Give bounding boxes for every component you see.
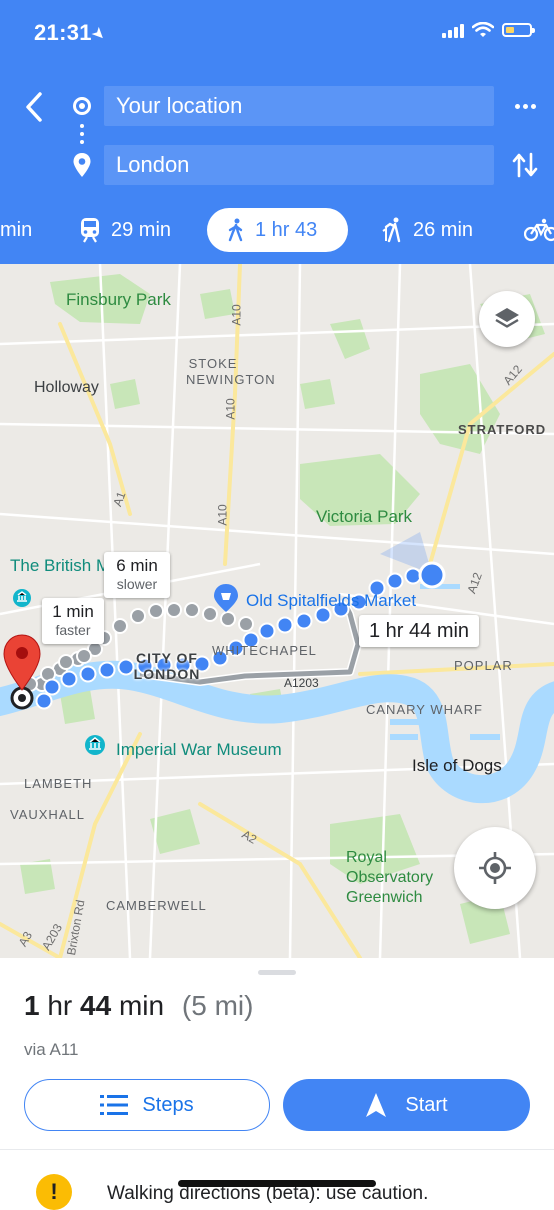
origin-dot-icon [73, 97, 91, 115]
status-indicators [442, 22, 535, 38]
map-label-holloway: Holloway [34, 379, 99, 396]
mode-label-drive: min [0, 218, 33, 241]
route-callout-faster[interactable]: 1 min faster [42, 598, 104, 644]
destination-input[interactable]: London [104, 145, 494, 185]
more-horizontal-icon[interactable] [512, 96, 538, 116]
swap-vertical-icon[interactable] [512, 150, 538, 180]
navigation-arrow-icon [366, 1093, 387, 1117]
map-label-imperial-war-museum: Imperial War Museum [116, 740, 282, 759]
route-summary-sheet[interactable]: 1 hr 44 min (5 mi) via A11 Steps Start !… [0, 958, 554, 1210]
route-via: via A11 [24, 1040, 79, 1059]
mode-tab-walk[interactable]: 1 hr 43 [207, 208, 348, 252]
warning-icon: ! [36, 1174, 72, 1210]
steps-button[interactable]: Steps [24, 1079, 270, 1131]
wifi-icon [472, 22, 494, 37]
sheet-divider [0, 1149, 554, 1150]
start-label: Start [405, 1093, 448, 1116]
home-indicator[interactable] [178, 1180, 376, 1187]
sheet-drag-handle[interactable] [258, 970, 296, 975]
mode-label-ride: 26 min [413, 218, 474, 241]
directions-header: 21:31 ➤ Your location London min 29 min … [0, 0, 554, 264]
cellular-signal-icon [442, 22, 464, 38]
steps-label: Steps [142, 1093, 194, 1116]
map-label-old-spitalfields: Old Spitalfields Market [246, 591, 417, 610]
map-label-lambeth: LAMBETH [24, 776, 93, 791]
route-distance: (5 mi) [181, 990, 254, 1021]
map-label-british-museum: The British M [10, 556, 111, 575]
mode-tab-ride[interactable]: 26 min [381, 208, 473, 252]
road-label-a10-mid: A10 [223, 398, 238, 420]
destination-pin-icon [73, 153, 91, 177]
map-label-stratford: STRATFORD [458, 422, 547, 437]
route-connector-icon [80, 124, 84, 144]
mode-tab-transit[interactable]: 29 min [79, 208, 171, 252]
callout-slower-note: slower [116, 576, 158, 592]
travel-mode-tabs: min 29 min 1 hr 43 26 min [0, 208, 554, 252]
map-label-canary-wharf: CANARY WHARF [366, 702, 483, 717]
duration-hours: 1 [24, 990, 40, 1021]
route-callout-main[interactable]: 1 hr 44 min [359, 615, 480, 647]
map-label-poplar: POPLAR [454, 658, 513, 673]
mode-tab-drive[interactable]: min [0, 208, 32, 252]
map-label-vauxhall: VAUXHALL [10, 807, 85, 822]
train-icon [81, 218, 99, 243]
duration-minutes-unit: min [118, 990, 165, 1021]
list-icon [100, 1095, 129, 1115]
my-location-button[interactable] [454, 827, 536, 909]
my-location-icon [479, 852, 511, 884]
road-label-a10-south: A10 [215, 504, 230, 526]
map-label-isle-of-dogs: Isle of Dogs [412, 756, 502, 775]
start-button[interactable]: Start [283, 1079, 530, 1131]
duration-hours-unit: hr [47, 990, 73, 1021]
map-label-royal-observatory: Royal Observatory Greenwich [346, 849, 434, 906]
callout-faster-time: 1 min [52, 602, 94, 621]
callout-main-duration: 1 hr 44 min [369, 620, 470, 642]
battery-icon [502, 23, 535, 37]
map-label-finsbury-park: Finsbury Park [66, 290, 171, 309]
map-label-city-of-london: CITY OF LONDON [133, 650, 201, 682]
mode-tab-cycle[interactable] [524, 208, 554, 252]
ride-hail-icon [382, 217, 401, 243]
callout-slower-time: 6 min [116, 556, 158, 575]
route-duration-summary: 1 hr 44 min (5 mi) [24, 990, 253, 1022]
map-label-stoke-newington: STOKE NEWINGTON [186, 356, 276, 387]
back-arrow-icon[interactable] [20, 88, 48, 126]
map-label-whitechapel: WHITECHAPEL [212, 643, 317, 658]
road-label-a10-north: A10 [229, 304, 244, 326]
mode-label-walk: 1 hr 43 [255, 218, 318, 241]
map-label-camberwell: CAMBERWELL [106, 898, 207, 913]
layers-button[interactable] [479, 291, 535, 347]
origin-input[interactable]: Your location [104, 86, 494, 126]
walking-icon [228, 218, 243, 242]
status-time: 21:31 [34, 20, 92, 45]
bicycle-icon [524, 218, 554, 242]
map-label-victoria-park: Victoria Park [316, 507, 413, 526]
callout-faster-note: faster [55, 622, 91, 638]
route-callout-slower[interactable]: 6 min slower [104, 552, 170, 598]
route-map[interactable]: Finsbury Park STOKE NEWINGTON Holloway S… [0, 264, 554, 958]
road-label-a1203: A1203 [284, 676, 319, 690]
mode-label-transit: 29 min [111, 218, 172, 241]
layers-icon [495, 308, 519, 328]
duration-minutes: 44 [80, 990, 112, 1021]
